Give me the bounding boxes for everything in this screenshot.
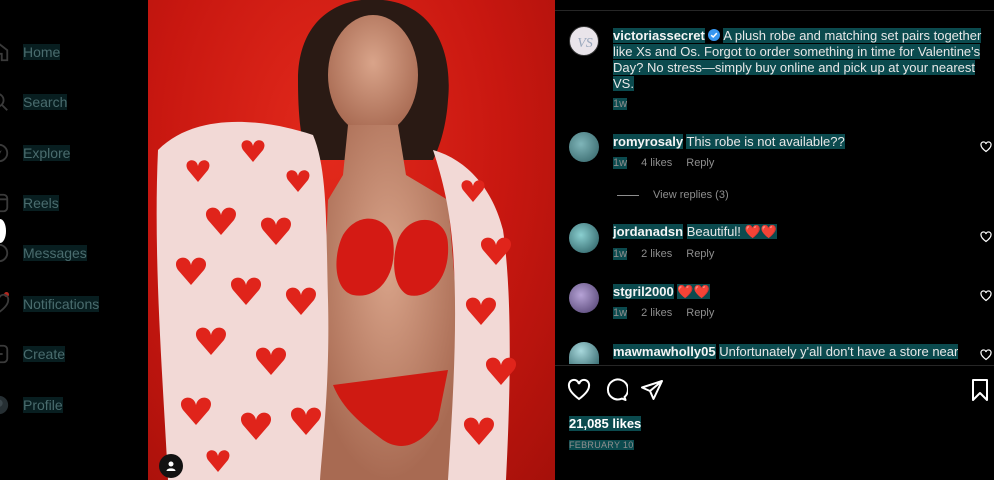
compass-icon (0, 143, 9, 163)
like-comment-icon[interactable] (980, 290, 992, 302)
nav-profile-label: Profile (23, 397, 63, 413)
comment-username[interactable]: romyrosaly (613, 134, 684, 149)
share-icon[interactable] (640, 378, 664, 402)
nav-search[interactable]: Search (0, 86, 148, 118)
reels-icon (0, 193, 9, 213)
nav-reels[interactable]: Reels (0, 187, 148, 219)
comment-reply-button[interactable]: Reply (686, 157, 714, 169)
home-icon (0, 43, 9, 62)
post-date: FEBRUARY 10 (569, 440, 634, 450)
comment-meta: 1w 2 likes Reply (613, 248, 714, 260)
replies-line (617, 194, 639, 196)
nav-home[interactable]: Home (0, 36, 148, 68)
messenger-icon (0, 243, 9, 263)
comment-likes[interactable]: 4 likes (641, 157, 672, 169)
post-image (156, 0, 517, 480)
nav-notifications[interactable]: Notifications (0, 288, 148, 320)
nav-create-label: Create (23, 346, 66, 362)
comment-avatar[interactable] (569, 342, 599, 364)
view-replies-label: View replies (3) (653, 189, 729, 201)
left-navigation: Home Search Explore Reels Messages Notif… (0, 0, 148, 480)
post-photo[interactable] (148, 0, 555, 480)
comment-text: Beautiful! ❤️❤️ (686, 224, 777, 239)
nav-home-label: Home (23, 44, 61, 60)
nav-messages[interactable]: Messages (0, 237, 148, 269)
bookmark-icon[interactable] (968, 378, 992, 402)
comment-age[interactable]: 1w (613, 307, 628, 319)
comment-age[interactable]: 1w (613, 248, 628, 260)
comment-reply-button[interactable]: Reply (686, 248, 714, 260)
caption-username[interactable]: victoriassecret (613, 28, 705, 43)
header-divider (555, 10, 994, 11)
heart-icon (0, 293, 10, 313)
comment-reply-button[interactable]: Reply (686, 307, 714, 319)
comment-username[interactable]: mawmawholly05 (613, 344, 716, 359)
svg-text:VS: VS (577, 36, 593, 51)
comment-text: ❤️❤️ (677, 284, 710, 299)
nav-notifications-label: Notifications (23, 296, 100, 312)
likes-count[interactable]: 21,085 likes (569, 416, 642, 431)
comment-avatar[interactable] (569, 223, 599, 253)
comment-text: This robe is not available?? (686, 134, 845, 149)
nav-create[interactable]: Create (0, 338, 148, 370)
comment-row: jordanadsn Beautiful! ❤️❤️ (613, 224, 777, 240)
nav-reels-label: Reels (23, 195, 59, 211)
comment-likes[interactable]: 2 likes (641, 248, 672, 260)
nav-explore[interactable]: Explore (0, 137, 148, 169)
comment-row: romyrosaly This robe is not available?? (613, 134, 845, 150)
comment-row: mawmawholly05 Unfortunately y'all don't … (613, 344, 959, 364)
comment-icon[interactable] (604, 378, 628, 402)
comment-username[interactable]: stgril2000 (613, 284, 674, 299)
comment-age[interactable]: 1w (613, 157, 628, 169)
comment-text: Unfortunately y'all don't have a store n… (719, 344, 959, 359)
view-replies-button[interactable]: View replies (3) (617, 189, 729, 201)
comment-likes[interactable]: 2 likes (641, 307, 672, 319)
comment-avatar[interactable] (569, 283, 599, 313)
comment-meta: 1w 2 likes Reply (613, 307, 714, 319)
like-comment-icon[interactable] (980, 141, 992, 153)
author-avatar[interactable]: VS (569, 26, 599, 56)
nav-explore-label: Explore (23, 145, 71, 161)
like-comment-icon[interactable] (980, 231, 992, 243)
person-icon (166, 461, 176, 471)
nav-profile[interactable]: Profile (0, 389, 148, 421)
search-icon (0, 93, 8, 111)
tagged-users-button[interactable] (159, 454, 183, 478)
caption-meta: 1w (613, 98, 628, 110)
nav-search-label: Search (23, 94, 68, 110)
post-caption: victoriassecret A plush robe and matchin… (613, 28, 985, 92)
plus-square-icon (0, 344, 9, 364)
caption-age[interactable]: 1w (613, 98, 628, 110)
nav-messages-label: Messages (23, 245, 87, 261)
like-post-icon[interactable] (567, 378, 591, 402)
comment-meta: 1w 4 likes Reply (613, 157, 714, 169)
actions-divider (555, 365, 994, 366)
verified-badge-icon (708, 29, 721, 41)
comment-row: stgril2000 ❤️❤️ (613, 284, 710, 300)
comment-username[interactable]: jordanadsn (613, 224, 684, 239)
comment-avatar[interactable] (569, 132, 599, 162)
profile-avatar-icon (0, 395, 9, 415)
like-comment-icon[interactable] (980, 349, 992, 361)
